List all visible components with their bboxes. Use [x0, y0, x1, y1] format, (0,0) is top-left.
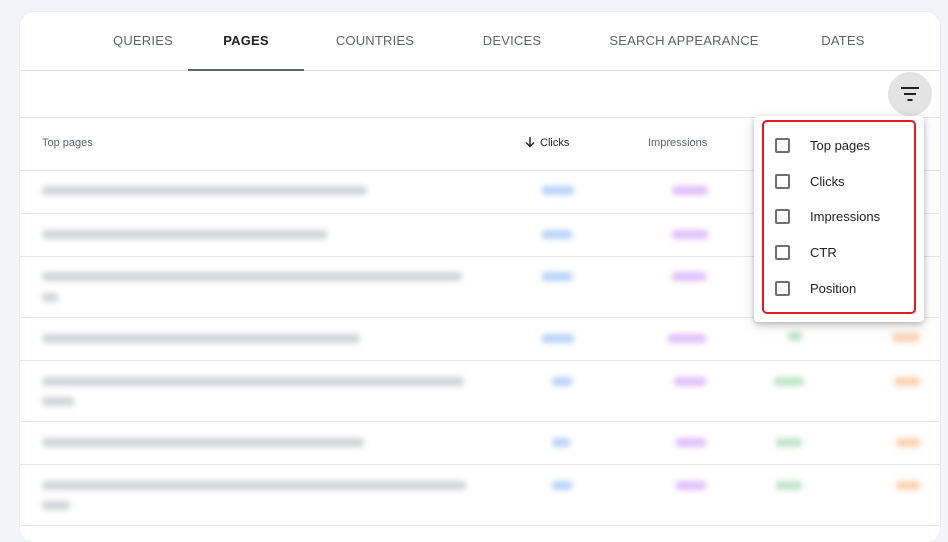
menu-item-clicks[interactable]: Clicks [772, 164, 912, 200]
tab-dates[interactable]: DATES [806, 12, 880, 70]
column-header-top-pages[interactable]: Top pages [42, 118, 93, 168]
menu-item-label: Impressions [810, 209, 881, 224]
tab-queries[interactable]: QUERIES [88, 12, 198, 70]
column-header-clicks-label: Clicks [540, 137, 570, 149]
menu-item-label: CTR [810, 245, 837, 260]
checkbox-impressions[interactable] [775, 209, 790, 224]
table-row[interactable] [20, 422, 940, 465]
menu-item-impressions[interactable]: Impressions [772, 199, 912, 235]
column-header-clicks[interactable]: Clicks [525, 118, 569, 168]
tab-devices[interactable]: DEVICES [468, 12, 556, 70]
tab-search-appearance[interactable]: SEARCH APPEARANCE [608, 12, 760, 70]
table-row[interactable] [20, 465, 940, 526]
column-header-impressions[interactable]: Impressions [648, 118, 707, 168]
dimension-tabs: QUERIES PAGES COUNTRIES DEVICES SEARCH A… [20, 12, 940, 71]
checkbox-clicks[interactable] [775, 174, 790, 189]
table-toolbar [20, 71, 940, 118]
tab-countries[interactable]: COUNTRIES [326, 12, 424, 70]
column-visibility-menu: Top pages Clicks Impressions CTR Positio… [754, 116, 924, 322]
menu-item-ctr[interactable]: CTR [772, 235, 912, 271]
table-row[interactable] [20, 318, 940, 361]
filter-button[interactable] [888, 72, 932, 116]
menu-item-label: Position [810, 281, 857, 296]
checkbox-top-pages[interactable] [775, 138, 790, 153]
menu-item-label: Top pages [810, 138, 870, 153]
checkbox-ctr[interactable] [775, 245, 790, 260]
tab-pages[interactable]: PAGES [188, 12, 304, 71]
arrow-down-icon [525, 136, 535, 148]
menu-item-position[interactable]: Position [772, 271, 912, 307]
checkbox-position[interactable] [775, 281, 790, 296]
table-row[interactable] [20, 361, 940, 422]
filter-list-icon [901, 87, 919, 101]
menu-item-top-pages[interactable]: Top pages [772, 128, 912, 164]
menu-item-label: Clicks [810, 174, 845, 189]
